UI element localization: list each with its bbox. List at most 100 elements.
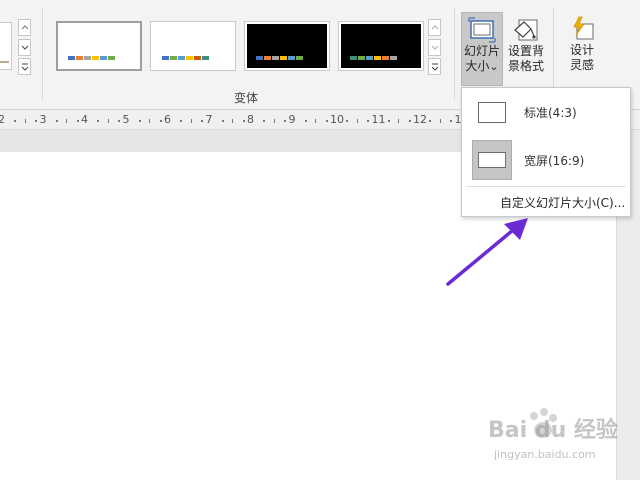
variant-thumbnail-partial[interactable]	[0, 22, 12, 70]
format-background-button[interactable]: 设置背 景格式	[505, 12, 547, 86]
ruler-label: 11	[371, 113, 386, 126]
color-swatch	[100, 56, 107, 60]
chevron-down-icon	[431, 45, 438, 50]
ruler-label: 2	[0, 113, 5, 126]
color-swatch	[280, 56, 287, 60]
ruler-half-tick	[398, 119, 400, 123]
color-swatch	[288, 56, 295, 60]
variants-scroll-down-button[interactable]	[428, 38, 441, 56]
variants-more-button[interactable]	[428, 58, 441, 75]
designer-label-line1: 设计	[569, 43, 594, 57]
widescreen-size-thumbnail	[472, 140, 512, 180]
variant-thumbnail-2[interactable]	[150, 21, 236, 71]
menu-separator	[466, 186, 626, 187]
color-swatch	[350, 56, 357, 60]
variant-preview	[341, 24, 421, 68]
slide-size-widescreen-item[interactable]: 宽屏(16:9)	[462, 140, 630, 180]
ruler-minor-tick	[387, 120, 390, 122]
expand-gallery-icon	[431, 63, 438, 71]
slide-size-standard-item[interactable]: 标准(4:3)	[462, 92, 630, 132]
ruler-half-tick	[149, 119, 151, 123]
variant-thumbnail-4[interactable]	[338, 21, 424, 71]
ruler-half-tick	[190, 119, 192, 123]
widescreen-slide-icon	[478, 152, 506, 168]
ruler-minor-tick	[159, 120, 162, 122]
chevron-up-icon	[431, 25, 438, 30]
ruler-label: 12	[413, 113, 427, 126]
designer-button[interactable]: 设计 灵感	[562, 12, 602, 86]
variant-thumbnail-1[interactable]	[56, 21, 142, 71]
ruler-half-tick	[66, 119, 68, 123]
variant-color-swatches	[350, 56, 397, 60]
slide-size-label-line1: 幻灯片	[463, 44, 500, 58]
color-swatch	[366, 56, 373, 60]
chevron-down-icon: ⌄	[489, 60, 499, 73]
ruler-minor-tick	[14, 120, 17, 122]
ruler-minor-tick	[35, 120, 38, 122]
ruler-minor-tick	[180, 120, 183, 122]
chevron-down-icon	[21, 45, 28, 50]
gallery-more-button[interactable]	[18, 58, 31, 75]
slide-size-label-line2: 大小⌄	[465, 59, 499, 73]
color-swatch	[390, 56, 397, 60]
ruler-label: 10	[330, 113, 344, 126]
ruler-minor-tick	[367, 120, 370, 122]
variants-group-label: 变体	[234, 91, 259, 105]
variant-color-swatches	[162, 56, 209, 60]
color-swatch	[108, 56, 115, 60]
ruler-minor-tick	[429, 120, 432, 122]
watermark-logo-text: Bai du 经验	[488, 418, 618, 443]
slide-size-dropdown: 标准(4:3) 宽屏(16:9) 自定义幻灯片大小(C)...	[461, 87, 631, 217]
variant-preview	[247, 24, 327, 68]
ruler-half-tick	[24, 119, 26, 123]
slide-size-button[interactable]: 幻灯片 大小⌄	[461, 12, 503, 86]
variants-gallery-scroll	[428, 19, 441, 75]
variant-thumbnail-3[interactable]	[244, 21, 330, 71]
variant-preview	[153, 24, 233, 68]
standard-size-thumbnail	[472, 92, 512, 132]
variants-scroll-up-button[interactable]	[428, 19, 441, 36]
color-swatch	[162, 56, 169, 60]
ruler-label: 6	[164, 113, 171, 126]
ruler-minor-tick	[55, 120, 58, 122]
variant-color-swatches	[68, 56, 115, 60]
ruler-minor-tick	[118, 120, 121, 122]
ruler-minor-tick	[76, 120, 79, 122]
ruler-minor-tick	[284, 120, 287, 122]
color-swatch	[194, 56, 201, 60]
standard-size-label: 标准(4:3)	[524, 105, 577, 120]
ruler-label: 3	[39, 113, 47, 126]
expand-gallery-icon	[21, 63, 28, 71]
color-swatch	[382, 56, 389, 60]
format-background-label-line1: 设置背	[507, 44, 544, 58]
baidu-jingyan-watermark: Bai du 经验 jingyan.baidu.com	[488, 404, 618, 476]
ruler-half-tick	[315, 119, 317, 123]
color-swatch	[92, 56, 99, 60]
color-swatch	[202, 56, 209, 60]
ruler-half-tick	[356, 119, 358, 123]
ruler-half-tick	[232, 119, 234, 123]
color-swatch	[256, 56, 263, 60]
color-swatch	[272, 56, 279, 60]
ruler-label: 7	[205, 113, 213, 126]
group-separator	[42, 8, 43, 100]
variant-color-swatches	[256, 56, 303, 60]
watermark-url: jingyan.baidu.com	[494, 448, 596, 461]
ruler-minor-tick	[221, 120, 224, 122]
color-swatch	[374, 56, 381, 60]
ruler-minor-tick	[408, 120, 411, 122]
standard-slide-icon	[478, 101, 506, 123]
gallery-scroll-down-button[interactable]	[18, 38, 31, 56]
ruler-minor-tick	[201, 120, 204, 122]
custom-slide-size-item[interactable]: 自定义幻灯片大小(C)...	[500, 194, 625, 211]
group-separator	[454, 8, 455, 100]
color-swatch	[264, 56, 271, 60]
widescreen-size-label: 宽屏(16:9)	[524, 153, 585, 168]
designer-label-line2: 灵感	[569, 58, 594, 72]
ruler-minor-tick	[450, 120, 453, 122]
left-gallery-scroll	[18, 19, 31, 75]
ruler-label: 9	[288, 113, 296, 126]
gallery-scroll-up-button[interactable]	[18, 19, 31, 36]
slide-size-icon	[468, 17, 496, 43]
ruler-half-tick	[439, 119, 441, 123]
